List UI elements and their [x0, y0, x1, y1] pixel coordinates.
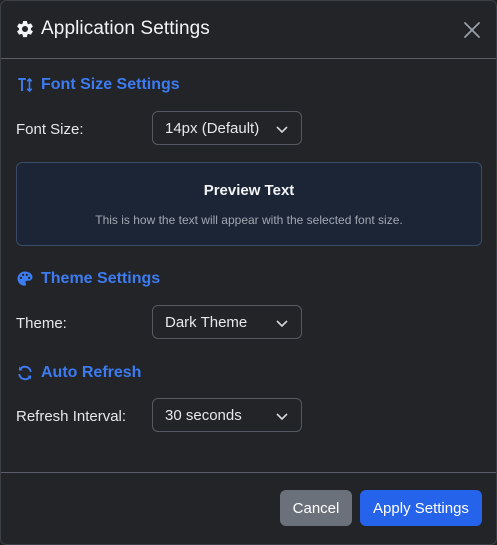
preview-title: Preview Text — [203, 182, 295, 199]
theme-select[interactable]: Dark Theme — [152, 305, 302, 339]
section-title-text: Theme Settings — [41, 270, 161, 287]
apply-settings-button[interactable]: Apply Settings — [360, 490, 482, 526]
settings-dialog: Application Settings Font Size Settings … — [0, 0, 497, 545]
palette-icon — [17, 271, 33, 286]
font-size-section-title: Font Size Settings — [16, 76, 180, 94]
dialog-footer: Cancel Apply Settings — [1, 472, 496, 544]
theme-value: Dark Theme — [165, 313, 248, 331]
close-icon[interactable] — [460, 18, 484, 42]
font-size-select[interactable]: 14px (Default) — [152, 111, 302, 145]
font-size-label: Font Size: — [16, 121, 84, 138]
chevron-down-icon — [276, 126, 288, 134]
refresh-interval-select[interactable]: 30 seconds — [152, 398, 302, 432]
cancel-button[interactable]: Cancel — [280, 490, 352, 526]
chevron-down-icon — [276, 320, 288, 328]
preview-description: This is how the text will appear with th… — [95, 213, 403, 227]
theme-section-title: Theme Settings — [16, 270, 160, 288]
font-size-value: 14px (Default) — [165, 119, 260, 137]
refresh-interval-value: 30 seconds — [165, 406, 242, 424]
refresh-interval-label: Refresh Interval: — [16, 408, 127, 425]
chevron-down-icon — [276, 413, 288, 421]
gear-icon — [17, 20, 33, 38]
section-title-text: Font Size Settings — [41, 76, 180, 93]
refresh-icon — [18, 365, 32, 381]
font-preview-box: Preview Text This is how the text will a… — [16, 162, 482, 246]
text-size-icon — [18, 77, 33, 93]
theme-label: Theme: — [16, 315, 67, 332]
auto-refresh-section-title: Auto Refresh — [16, 364, 141, 382]
dialog-header: Application Settings — [1, 1, 496, 59]
dialog-title: Application Settings — [41, 18, 210, 39]
section-title-text: Auto Refresh — [41, 364, 142, 381]
